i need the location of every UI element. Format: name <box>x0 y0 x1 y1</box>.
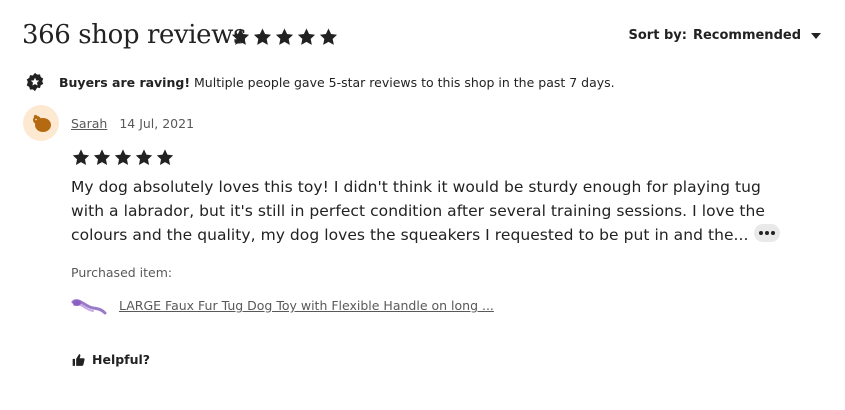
star-icon <box>297 28 316 45</box>
more-options-icon <box>765 231 769 235</box>
sort-dropdown[interactable]: Sort by: Recommended <box>628 28 821 43</box>
star-icon <box>253 28 272 45</box>
star-icon <box>114 149 132 165</box>
star-icon <box>319 28 338 45</box>
helpful-label: Helpful? <box>92 352 151 367</box>
star-icon <box>231 28 250 45</box>
avatar[interactable] <box>23 105 59 141</box>
review-date: 14 Jul, 2021 <box>119 116 195 131</box>
purchased-item-link[interactable]: LARGE Faux Fur Tug Dog Toy with Flexible… <box>119 298 494 313</box>
more-options-icon <box>759 231 763 235</box>
star-badge-icon <box>26 72 44 92</box>
star-icon <box>156 149 174 165</box>
helpful-button[interactable]: Helpful? <box>71 352 150 367</box>
thumbs-up-icon <box>72 353 85 366</box>
star-icon <box>72 149 90 165</box>
sort-value: Recommended <box>692 28 801 43</box>
review-text-line: My dog absolutely loves this toy! I didn… <box>71 178 761 196</box>
star-icon <box>275 28 294 45</box>
purchased-item-thumbnail[interactable] <box>71 295 107 317</box>
review-text: My dog absolutely loves this toy! I didn… <box>71 175 765 247</box>
sort-label: Sort by: <box>628 28 687 43</box>
caret-down-icon <box>811 33 821 39</box>
review-text-line: with a labrador, but it's still in perfe… <box>71 202 765 220</box>
reviews-header: 366 shop reviews Sort by: Recommended <box>22 18 821 58</box>
star-icon <box>93 149 111 165</box>
more-options-icon <box>771 231 775 235</box>
review-meta: Sarah 14 Jul, 2021 <box>71 116 194 131</box>
star-icon <box>135 149 153 165</box>
purchased-item-label: Purchased item: <box>71 265 173 280</box>
shop-rating-stars <box>230 27 339 47</box>
page-title: 366 shop reviews <box>22 20 246 50</box>
review-rating-stars <box>71 148 175 167</box>
notice-detail-text: Multiple people gave 5-star reviews to t… <box>194 74 615 90</box>
buyers-raving-notice: Buyers are raving! Multiple people gave … <box>25 72 615 92</box>
reviewer-name-link[interactable]: Sarah <box>71 116 107 131</box>
review-text-line: colours and the quality, my dog loves th… <box>71 226 749 244</box>
notice-text: Buyers are raving! Multiple people gave … <box>59 75 615 90</box>
more-options-button[interactable] <box>754 224 780 242</box>
notice-bold-text: Buyers are raving! <box>59 74 191 90</box>
squirrel-avatar-icon <box>33 114 51 132</box>
